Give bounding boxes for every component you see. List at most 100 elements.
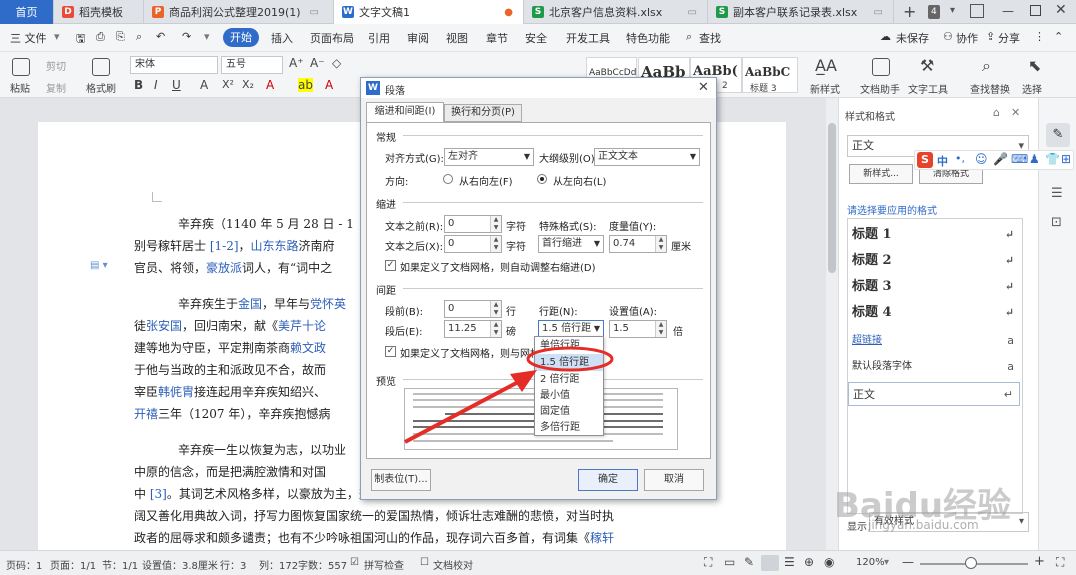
search-icon[interactable]: ⌕ [686, 30, 692, 44]
style-list-item[interactable]: 超链接 a [848, 329, 1020, 353]
menu-references[interactable]: 引用 [368, 30, 390, 46]
measure-unit[interactable]: 厘米 [671, 238, 691, 253]
unsaved-status[interactable]: 未保存 [896, 30, 929, 46]
text-effect-icon[interactable]: A [266, 78, 274, 92]
status-section[interactable]: 节：1/1 [102, 557, 138, 572]
special-format-select[interactable]: 首行缩进 ▼ [538, 235, 604, 253]
line-spacing-option[interactable]: 单倍行距 [535, 337, 603, 354]
adjust-sliders-icon[interactable]: ☰ [1051, 186, 1063, 201]
web-view-icon[interactable]: ⊕ [804, 555, 814, 569]
grid-align-label[interactable]: 如果定义了文档网格，则与网格对齐 [400, 345, 536, 360]
status-word-count[interactable]: 字数：557 [298, 557, 347, 572]
alignment-select[interactable]: 左对齐 ▼ [444, 148, 534, 166]
zoom-slider-thumb[interactable] [965, 557, 977, 569]
file-menu[interactable]: 三 文件 [10, 30, 47, 46]
space-before-unit[interactable]: 行 [506, 303, 516, 318]
new-style-button[interactable]: 新样式 [810, 81, 840, 96]
status-setting[interactable]: 设置值：3.8厘米 [142, 557, 218, 572]
print-preview-icon[interactable]: ⌕ [136, 30, 142, 44]
menu-insert[interactable]: 插入 [271, 30, 293, 46]
page-view-icon[interactable] [761, 555, 779, 571]
pin-icon[interactable]: ▭ [310, 7, 319, 18]
space-after-spinner[interactable]: 11.25 ▲ ▼ [444, 320, 502, 338]
close-window-icon[interactable]: ✕ [1055, 2, 1067, 18]
outline-level-select[interactable]: 正文文本 ▼ [594, 148, 700, 166]
write-mode-icon[interactable]: ✎ [744, 555, 754, 569]
style-pane-pen-icon[interactable]: ✎ [1046, 123, 1070, 147]
fullscreen-icon[interactable]: ⛶ [704, 555, 712, 570]
set-value-spinner[interactable]: 1.5 ▲ ▼ [609, 320, 667, 338]
underline-icon[interactable]: U [172, 78, 181, 92]
find-replace-icon[interactable]: ⌕ [982, 56, 991, 76]
zoom-level[interactable]: 120% [856, 557, 885, 568]
emoji-icon[interactable]: ☺ [975, 152, 988, 166]
bold-icon[interactable]: B [134, 78, 143, 92]
grid-align-checkbox[interactable]: ✓ [385, 346, 396, 357]
measure-spinner[interactable]: 0.74 ▲ ▼ [609, 235, 667, 253]
paste-button[interactable]: 粘贴 [10, 80, 30, 95]
after-text-spinner[interactable]: 0 ▲ ▼ [444, 235, 502, 253]
space-after-unit[interactable]: 磅 [506, 323, 516, 338]
fit-page-icon[interactable]: ⛶ [1056, 555, 1064, 570]
quick-access-chevron-icon[interactable]: ▾ [204, 30, 210, 43]
style-list-item[interactable]: 标题 4 ↵ [848, 301, 1020, 325]
doc-assistant-icon[interactable] [872, 58, 890, 76]
tab-stops-button[interactable]: 制表位(T)... [371, 469, 431, 491]
direction-ltr-radio[interactable] [537, 174, 547, 184]
format-painter-icon[interactable] [92, 58, 110, 76]
document-link[interactable]: 稼轩 [590, 531, 614, 545]
direction-rtl-radio[interactable] [443, 174, 453, 184]
menu-security[interactable]: 安全 [525, 30, 547, 46]
cancel-button[interactable]: 取消 [644, 469, 704, 491]
print-icon[interactable]: ⎘ [116, 30, 125, 44]
subscript-icon[interactable]: X₂ [242, 78, 254, 91]
minimize-icon[interactable]: — [1002, 4, 1014, 18]
font-color-icon[interactable]: A [200, 78, 208, 92]
undo-icon[interactable]: ↶ [156, 30, 165, 43]
maximize-icon[interactable] [1030, 5, 1041, 16]
ime-mode-indicator[interactable]: 中 [937, 153, 948, 169]
document-link[interactable]: 党怀英 [310, 297, 346, 311]
auto-indent-checkbox[interactable]: ✓ [385, 260, 396, 271]
after-text-unit[interactable]: 字符 [506, 238, 526, 253]
superscript-icon[interactable]: X² [222, 78, 234, 91]
text-tools-icon[interactable]: ⚒ [920, 56, 934, 75]
toolbox-grid-icon[interactable]: ⊞ [1061, 152, 1071, 166]
tab-line-page-breaks[interactable]: 换行和分页(P) [444, 104, 522, 122]
menu-chapter[interactable]: 章节 [486, 30, 508, 46]
menu-developer[interactable]: 开发工具 [566, 30, 610, 46]
keyboard-icon[interactable]: ⌨ [1011, 152, 1028, 166]
share-button[interactable]: 分享 [998, 30, 1020, 46]
clear-format-icon[interactable]: ◇ [332, 56, 341, 70]
style-list-item-selected[interactable]: 正文 ↵ [848, 382, 1020, 406]
line-spacing-option[interactable]: 最小值 [535, 387, 603, 404]
select-button[interactable]: 选择 [1022, 81, 1042, 96]
more-icon[interactable]: ⋮ [1034, 30, 1045, 43]
select-icon[interactable]: ⬉ [1028, 56, 1041, 75]
new-style-pane-button[interactable]: 新样式... [849, 164, 913, 184]
dialog-title-bar[interactable]: W 段落 ✕ [361, 78, 716, 98]
read-mode-icon[interactable]: ▭ [724, 555, 735, 569]
auto-indent-label[interactable]: 如果定义了文档网格，则自动调整右缩进(D) [400, 259, 596, 274]
document-link[interactable]: 美芹十论 [278, 319, 326, 333]
tab-beijing-customers[interactable]: S 北京客户信息资料.xlsx ▭ [524, 0, 708, 24]
collab-button[interactable]: 协作 [956, 30, 978, 46]
window-mode-icon[interactable] [970, 4, 984, 18]
line-spacing-option[interactable]: 多倍行距 [535, 419, 603, 436]
status-page[interactable]: 页面：1/1 [50, 557, 96, 572]
font-color-red-icon[interactable]: A [325, 78, 333, 92]
before-text-spinner[interactable]: 0 ▲ ▼ [444, 215, 502, 233]
highlight-icon[interactable]: ab [298, 78, 313, 92]
menu-page-layout[interactable]: 页面布局 [310, 30, 354, 46]
redo-icon[interactable]: ↷ [182, 30, 191, 43]
find-replace-button[interactable]: 查找替换 [970, 81, 1010, 96]
microphone-icon[interactable]: 🎤 [993, 152, 1008, 166]
pin-icon[interactable]: ▭ [874, 7, 883, 18]
tab-indent-spacing[interactable]: 缩进和间距(I) [366, 102, 444, 122]
ok-button[interactable]: 确定 [578, 469, 638, 491]
tab-document-1[interactable]: W 文字文稿1 ● [334, 0, 524, 24]
tab-profit-formulas[interactable]: P 商品利润公式整理2019(1) ▭ [144, 0, 334, 24]
document-link[interactable]: [3] [150, 487, 167, 501]
save-icon[interactable]: 🖫 [76, 30, 85, 49]
style-list-item[interactable]: 标题 3 ↵ [848, 275, 1020, 299]
